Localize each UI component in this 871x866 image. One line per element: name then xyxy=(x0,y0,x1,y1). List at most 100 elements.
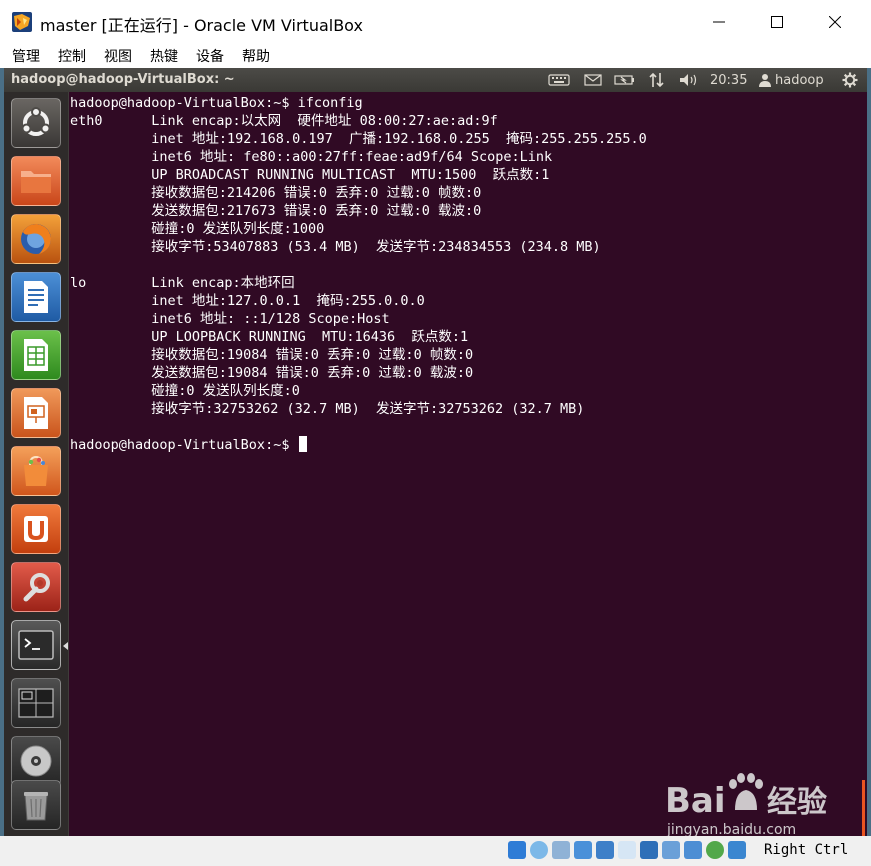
shopping-bag-icon xyxy=(24,455,48,486)
active-window-pip xyxy=(63,642,68,650)
menu-view[interactable]: 视图 xyxy=(98,46,138,66)
workspaces-icon xyxy=(18,688,54,718)
svg-text:经验: 经验 xyxy=(767,785,827,820)
window-titlebar[interactable]: master [正在运行] - Oracle VM VirtualBox xyxy=(0,0,871,44)
terminal-line: 碰撞:0 发送队列长度:0 xyxy=(70,383,300,399)
host-key-label[interactable]: Right Ctrl xyxy=(764,842,848,858)
terminal-line: 发送数据包:19084 错误:0 丢弃:0 过载:0 载波:0 xyxy=(70,365,474,381)
clock-text: 20:35 xyxy=(710,72,748,88)
terminal-line: 发送数据包:217673 错误:0 丢弃:0 过载:0 载波:0 xyxy=(70,203,482,219)
disc-icon xyxy=(20,745,52,777)
folder-icon xyxy=(21,171,51,193)
launcher-calc[interactable] xyxy=(11,330,61,380)
virtualbox-window: master [正在运行] - Oracle VM VirtualBox 管理 … xyxy=(0,0,871,866)
terminal-icon xyxy=(18,630,54,660)
ubuntu-top-panel: hadoop@hadoop-VirtualBox: ~ 20:35 hadoop xyxy=(4,68,867,92)
maximize-button[interactable] xyxy=(748,0,806,44)
terminal-view[interactable]: hadoop@hadoop-VirtualBox:~$ ifconfig eth… xyxy=(69,92,867,836)
hard-disk-icon[interactable] xyxy=(508,841,526,859)
launcher-workspace-switcher[interactable] xyxy=(11,678,61,728)
launcher-terminal[interactable] xyxy=(11,620,61,670)
terminal-line: inet6 地址: ::1/128 Scope:Host xyxy=(70,311,390,327)
panel-window-title: hadoop@hadoop-VirtualBox: ~ xyxy=(11,72,235,87)
gear-icon xyxy=(842,72,858,88)
impress-icon xyxy=(24,397,48,429)
terminal-prompt-line: hadoop@hadoop-VirtualBox:~$ xyxy=(70,436,647,454)
writer-icon xyxy=(24,281,48,313)
svg-text:jingyan.baidu.com: jingyan.baidu.com xyxy=(666,822,796,836)
mouse-integration-icon[interactable] xyxy=(706,841,724,859)
launcher-impress[interactable] xyxy=(11,388,61,438)
launcher-system-settings[interactable] xyxy=(11,562,61,612)
user-indicator[interactable]: hadoop xyxy=(759,71,824,89)
battery-indicator[interactable] xyxy=(614,71,636,89)
firefox-icon xyxy=(21,224,51,254)
network-icon xyxy=(649,72,664,88)
close-icon xyxy=(829,16,841,28)
launcher-writer[interactable] xyxy=(11,272,61,322)
usb-icon[interactable] xyxy=(596,841,614,859)
menu-help[interactable]: 帮助 xyxy=(236,46,276,66)
terminal-line: inet 地址:192.168.0.197 广播:192.168.0.255 掩… xyxy=(70,131,647,147)
terminal-line: UP LOOPBACK RUNNING MTU:16436 跃点数:1 xyxy=(70,329,469,345)
sound-indicator[interactable] xyxy=(678,71,700,89)
terminal-line: UP BROADCAST RUNNING MULTICAST MTU:1500 … xyxy=(70,167,550,183)
launcher-software-center[interactable] xyxy=(11,446,61,496)
text-cursor xyxy=(298,436,307,452)
keyboard-indicator[interactable] xyxy=(548,71,570,89)
user-name: hadoop xyxy=(775,72,824,88)
terminal-output: hadoop@hadoop-VirtualBox:~$ ifconfig eth… xyxy=(70,94,647,454)
launcher-ubuntu-one[interactable] xyxy=(11,504,61,554)
unity-launcher xyxy=(4,92,69,836)
vbox-menubar: 管理 控制 视图 热键 设备 帮助 xyxy=(0,44,871,68)
minimize-icon xyxy=(713,21,725,23)
keyboard-icon xyxy=(548,74,570,86)
terminal-line: inet6 地址: fe80::a00:27ff:feae:ad9f/64 Sc… xyxy=(70,149,553,165)
network-indicator[interactable] xyxy=(648,71,666,89)
device-status-icons xyxy=(508,841,750,859)
baidu-watermark-logo: Bai 经验 jingyan.baidu.com xyxy=(665,773,827,836)
terminal-line: 接收数据包:19084 错误:0 丢弃:0 过载:0 帧数:0 xyxy=(70,347,474,363)
clock-indicator[interactable]: 20:35 xyxy=(710,71,747,89)
menu-control[interactable]: 控制 xyxy=(52,46,92,66)
terminal-prompt: hadoop@hadoop-VirtualBox:~$ xyxy=(70,437,298,453)
launcher-home-folder[interactable] xyxy=(11,156,61,206)
menu-hotkeys[interactable]: 热键 xyxy=(144,46,184,66)
shared-folders-icon[interactable] xyxy=(618,841,636,859)
mail-icon xyxy=(584,74,602,86)
battery-icon xyxy=(614,75,634,85)
video-capture-icon[interactable] xyxy=(662,841,680,859)
terminal-line: eth0 Link encap:以太网 硬件地址 08:00:27:ae:ad:… xyxy=(70,113,498,129)
terminal-line: lo Link encap:本地环回 xyxy=(70,275,295,291)
calc-icon xyxy=(24,339,48,371)
scroll-indicator xyxy=(862,780,865,836)
launcher-trash[interactable] xyxy=(11,780,61,830)
terminal-line: 接收数据包:214206 错误:0 丢弃:0 过载:0 帧数:0 xyxy=(70,185,482,201)
virtualization-icon[interactable] xyxy=(684,841,702,859)
menu-manage[interactable]: 管理 xyxy=(6,46,46,66)
launcher-dvd-drive[interactable] xyxy=(11,736,61,786)
svg-text:Bai: Bai xyxy=(665,781,726,821)
terminal-line: inet 地址:127.0.0.1 掩码:255.0.0.0 xyxy=(70,293,425,309)
network-adapter-icon[interactable] xyxy=(574,841,592,859)
launcher-dash-home[interactable] xyxy=(11,98,61,148)
optical-drive-icon[interactable] xyxy=(530,841,548,859)
ubuntu-logo-icon xyxy=(21,107,51,136)
launcher-firefox[interactable] xyxy=(11,214,61,264)
close-button[interactable] xyxy=(806,0,864,44)
virtualbox-app-icon xyxy=(12,12,32,32)
menu-devices[interactable]: 设备 xyxy=(190,46,230,66)
minimize-button[interactable] xyxy=(690,0,748,44)
vbox-statusbar: Right Ctrl xyxy=(0,836,871,866)
user-icon xyxy=(759,74,771,87)
session-indicator[interactable] xyxy=(842,71,858,89)
keyboard-capture-icon[interactable] xyxy=(728,841,746,859)
settings-wrench-icon xyxy=(23,573,50,602)
audio-icon[interactable] xyxy=(552,841,570,859)
messaging-indicator[interactable] xyxy=(584,71,602,89)
display-icon[interactable] xyxy=(640,841,658,859)
terminal-line: 碰撞:0 发送队列长度:1000 xyxy=(70,221,325,237)
maximize-icon xyxy=(771,16,783,28)
